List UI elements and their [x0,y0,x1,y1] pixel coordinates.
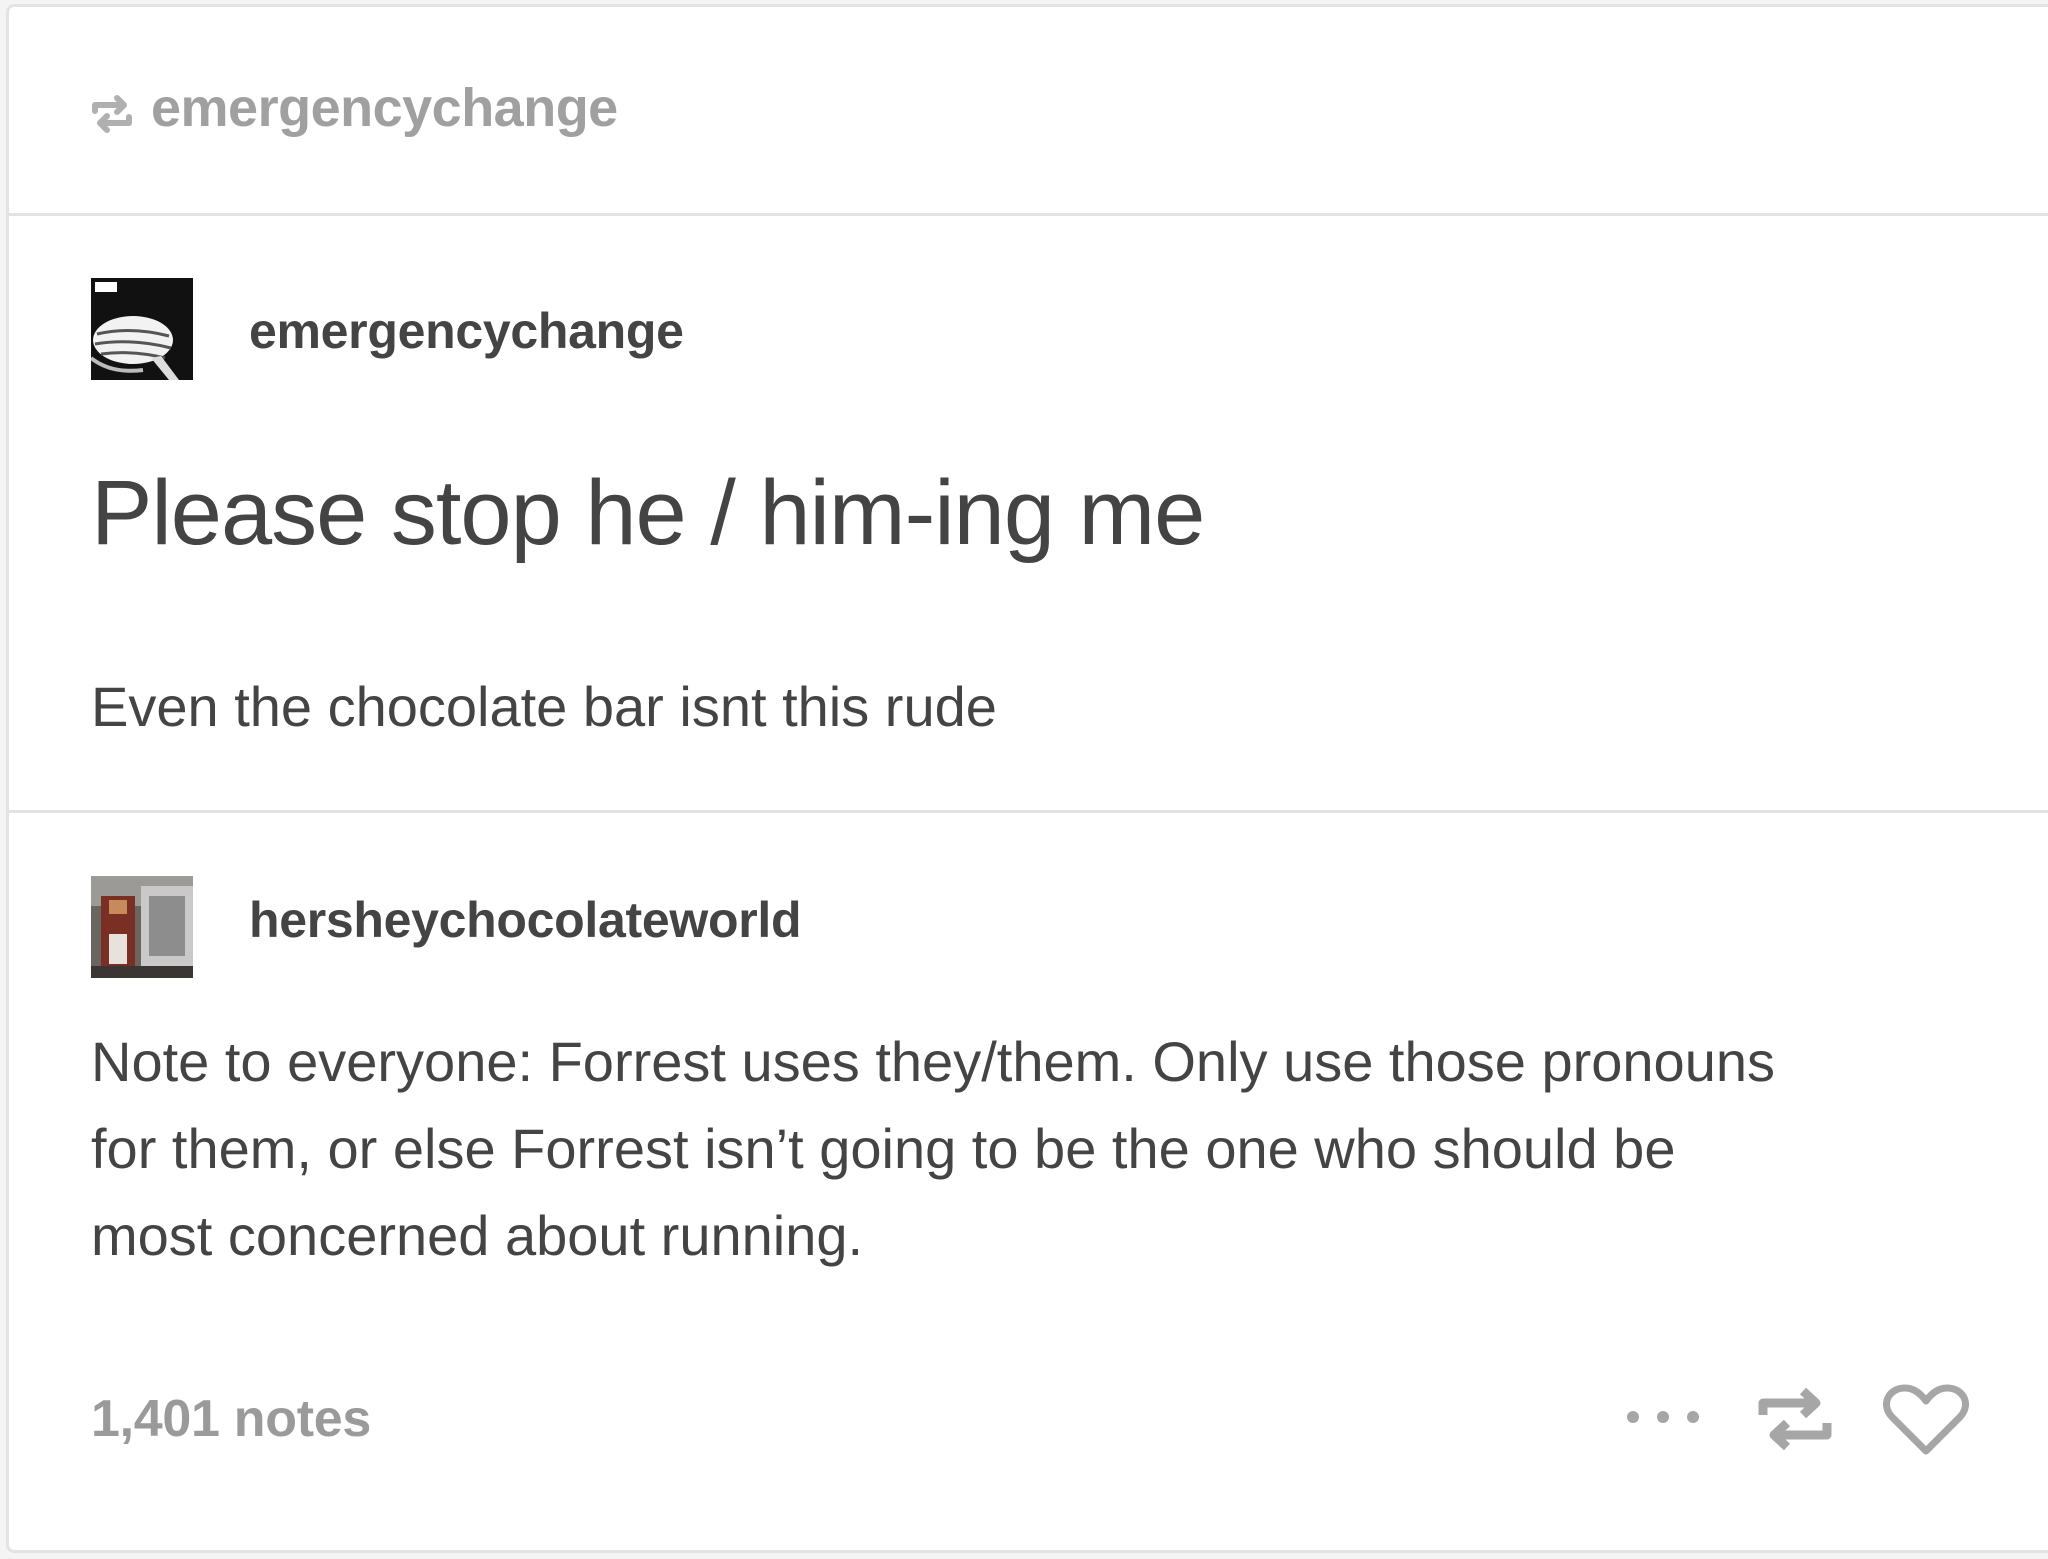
comment-author-username[interactable]: hersheychocolateworld [249,891,802,949]
reblog-source-username[interactable]: emergencychange [151,77,618,139]
avatar[interactable] [91,876,193,978]
more-options-icon[interactable] [1623,1407,1703,1427]
reblog-icon[interactable] [1755,1385,1835,1453]
reblog-icon [92,95,132,133]
reblog-header: emergencychange [9,7,2048,216]
heart-icon[interactable] [1883,1383,1969,1457]
tumblr-post: emergencychange emergencychange Please s… [6,4,2048,1553]
post-author-username[interactable]: emergencychange [249,302,684,360]
notes-count[interactable]: 1,401 notes [91,1389,371,1449]
comment-line: Note to everyone: Forrest uses they/them… [91,1030,1775,1093]
post-title: Please stop he / him-ing me [91,462,1205,564]
post-footer: 1,401 notes [9,1353,2048,1483]
avatar[interactable] [91,278,193,380]
comment-line: for them, or else Forrest isn’t going to… [91,1117,1676,1180]
comment-body: Note to everyone: Forrest uses they/them… [91,1018,1991,1279]
comment-line: most concerned about running. [91,1204,864,1267]
post-body: Even the chocolate bar isnt this rude [91,675,997,738]
reblog-comment: hersheychocolateworld Note to everyone: … [9,813,2048,1353]
original-post: emergencychange Please stop he / him-ing… [9,216,2048,813]
